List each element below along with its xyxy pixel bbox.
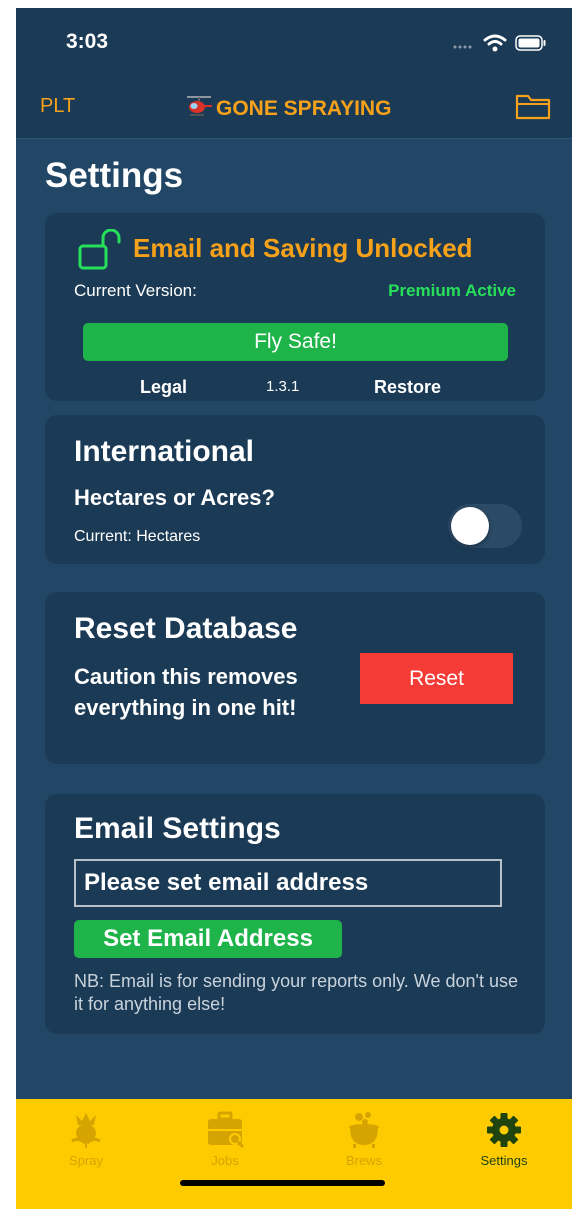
app-title: GONE SPRAYING bbox=[216, 97, 392, 120]
page-title: Settings bbox=[45, 156, 184, 195]
cauldron-icon bbox=[319, 1111, 409, 1149]
briefcase-icon bbox=[180, 1111, 270, 1149]
tab-label-brews: Brews bbox=[345, 1153, 383, 1168]
reset-warning-line2: everything in one hit! bbox=[74, 695, 297, 720]
tab-label-spray: Spray bbox=[69, 1153, 103, 1168]
reset-warning-line1: Caution this removes bbox=[74, 664, 298, 689]
tab-label-settings: Settings bbox=[480, 1153, 528, 1168]
premium-card: Email and Saving Unlocked Current Versio… bbox=[45, 213, 545, 401]
current-version-label: Current Version: bbox=[74, 281, 197, 300]
units-toggle[interactable] bbox=[448, 504, 522, 548]
tab-label-jobs: Jobs bbox=[211, 1153, 239, 1168]
email-settings-title: Email Settings bbox=[74, 812, 281, 845]
restore-button[interactable]: Restore bbox=[374, 377, 441, 398]
international-title: International bbox=[74, 435, 255, 468]
set-email-button[interactable]: Set Email Address bbox=[74, 920, 342, 958]
reset-card: Reset Database Caution this removes ever… bbox=[45, 592, 545, 764]
current-units: Current: Hectares bbox=[74, 528, 201, 545]
tab-bar: Spray Jobs Brews Settings bbox=[16, 1099, 572, 1209]
reset-button[interactable]: Reset bbox=[360, 653, 513, 704]
email-input[interactable] bbox=[74, 859, 502, 907]
tab-brews[interactable]: Brews bbox=[319, 1111, 409, 1168]
status-time: 3:03 bbox=[66, 30, 109, 53]
battery-icon bbox=[515, 35, 547, 56]
tab-jobs[interactable]: Jobs bbox=[180, 1111, 270, 1168]
thistle-icon bbox=[41, 1111, 131, 1149]
version-number: 1.3.1 bbox=[266, 378, 300, 395]
wifi-icon bbox=[483, 34, 507, 57]
unlock-title: Email and Saving Unlocked bbox=[133, 233, 473, 263]
nav-title: GONE SPRAYING bbox=[184, 94, 391, 124]
tab-spray[interactable]: Spray bbox=[41, 1111, 131, 1168]
toggle-knob bbox=[451, 507, 489, 545]
international-card: International Hectares or Acres? Current… bbox=[45, 415, 545, 564]
premium-status: Premium Active bbox=[388, 281, 516, 300]
email-note: NB: Email is for sending your reports on… bbox=[74, 971, 518, 1014]
email-card: Email Settings Set Email Address NB: Ema… bbox=[45, 794, 545, 1034]
legal-link[interactable]: Legal bbox=[140, 377, 187, 398]
unlock-icon bbox=[77, 228, 121, 276]
folder-icon[interactable] bbox=[515, 91, 551, 126]
status-icons bbox=[453, 34, 547, 57]
helicopter-icon bbox=[184, 94, 214, 124]
units-question: Hectares or Acres? bbox=[74, 485, 275, 510]
home-indicator bbox=[180, 1180, 385, 1186]
reset-title: Reset Database bbox=[74, 612, 298, 645]
tab-settings[interactable]: Settings bbox=[459, 1111, 549, 1168]
gear-icon bbox=[459, 1111, 549, 1149]
signal-icon bbox=[453, 37, 475, 55]
plt-button[interactable]: PLT bbox=[40, 95, 75, 118]
fly-safe-button[interactable]: Fly Safe! bbox=[83, 323, 508, 361]
navigation-bar: PLT GONE SPRAYING bbox=[16, 83, 572, 139]
status-bar: 3:03 bbox=[16, 8, 572, 83]
app-screen: 3:03 PLT GONE SPRAYING Settings Email an… bbox=[16, 8, 572, 1209]
